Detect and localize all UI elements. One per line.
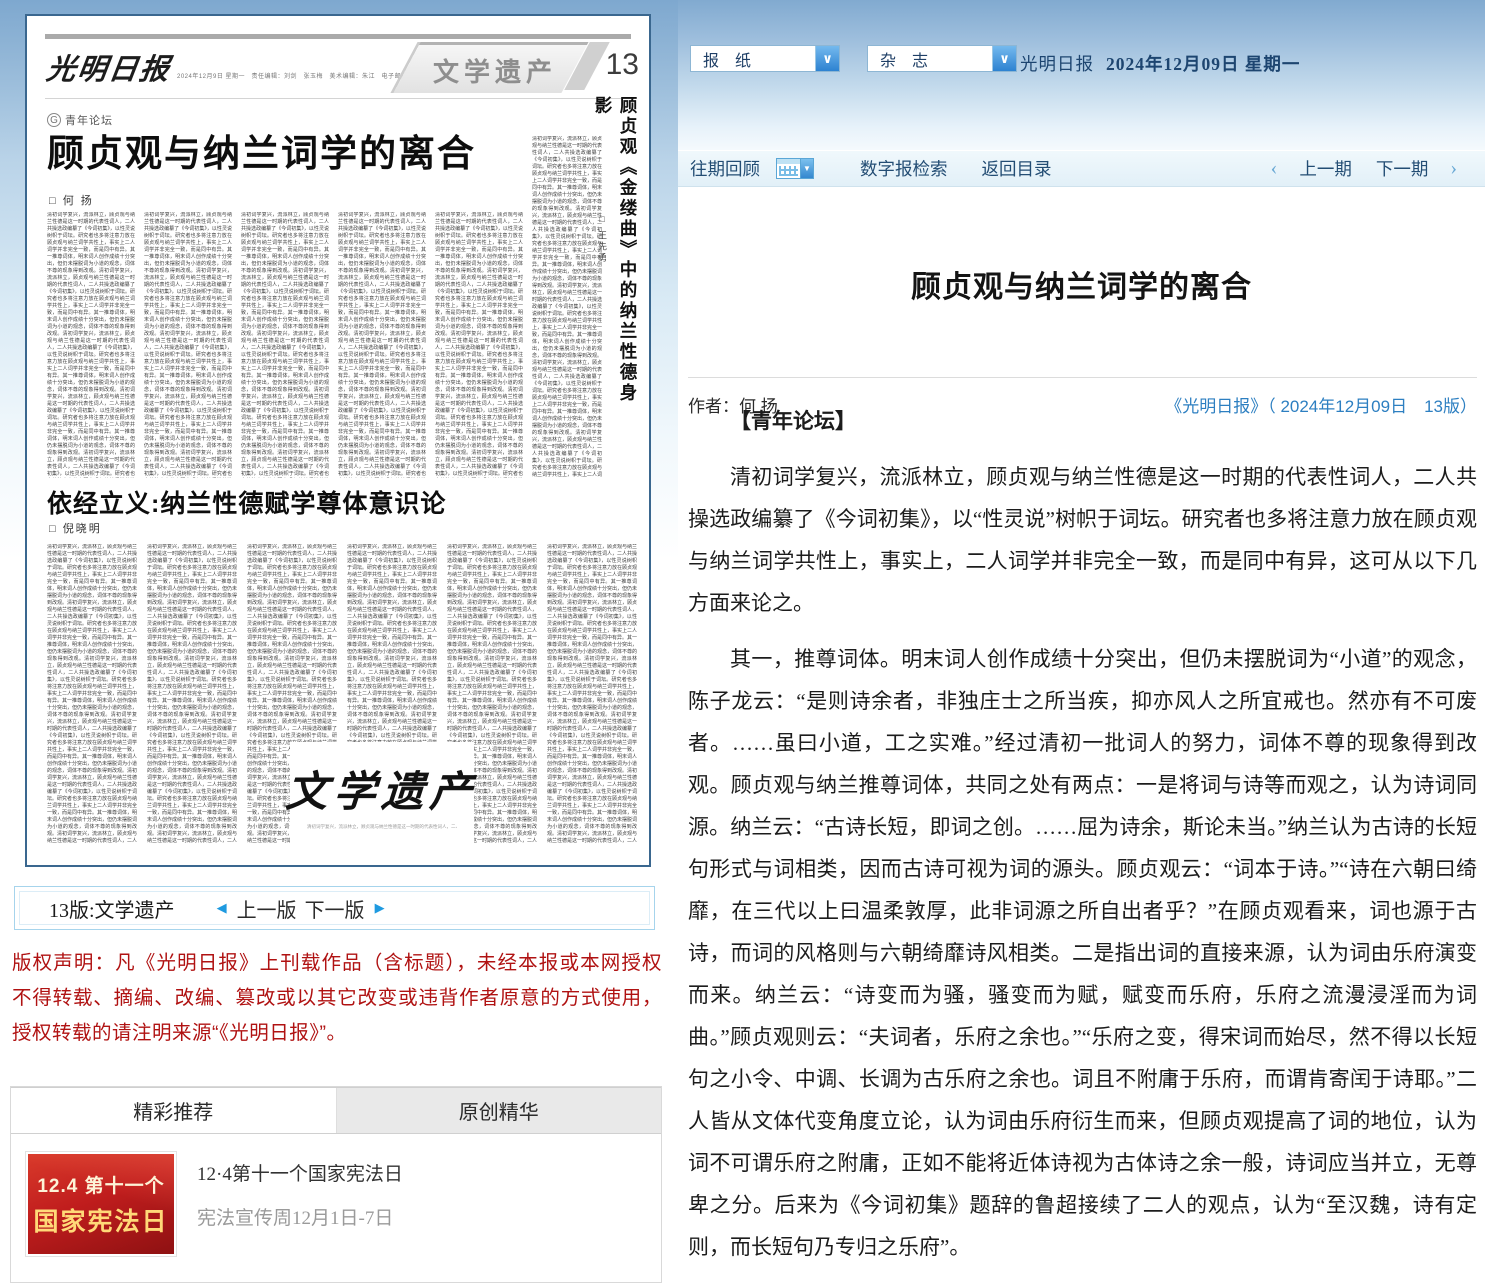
preview-text-column: 清初词学复兴，流派林立，顾贞观与纳兰性德是这一时期的代表性词人，二人共操选政编纂… [47, 212, 135, 478]
promo-image-line1: 12.4 第十一个 [37, 1171, 164, 1198]
promo-subtitle: 宪法宣传周12月1日-7日 [197, 1203, 403, 1230]
promo-text-block: 12·4第十一个国家宪法日 宪法宣传周12月1日-7日 [197, 1151, 403, 1257]
chevron-right-icon[interactable]: › [1450, 157, 1457, 180]
promo-thumbnail[interactable]: 12.4 第十一个 国家宪法日 [25, 1151, 177, 1257]
g-badge-icon: G [47, 113, 61, 127]
left-panel: 光明日报 2024年12月9日 星期一 责任编辑：刘剑 张玉梅 美术编辑：朱江 … [0, 0, 678, 1283]
calendar-dropdown-icon: ▼ [801, 158, 814, 179]
calligraphy-caption: 清初词学复兴，流派林立，顾贞观与纳兰性德是这一时期的代表性词人，二人共操选政编纂… [307, 824, 457, 830]
section-title: 文学遗产 [433, 52, 557, 89]
prev-issue-link[interactable]: 上一期 [1299, 156, 1352, 181]
site-header: 报 纸 ∨ 杂 志 ∨ 光明日报 2024年12月09日 星期一 [678, 0, 1485, 150]
magazine-select[interactable]: 杂 志 ∨ [867, 45, 1017, 72]
paper-logo: 光明日报 [44, 46, 174, 88]
masthead: 光明日报 2024年12月09日 星期一 [1020, 51, 1300, 76]
calendar-picker[interactable]: ▼ [776, 158, 814, 179]
select-arrow-icon: ∨ [992, 46, 1016, 71]
article-paragraph: 清初词学复兴，流派林立，顾贞观与纳兰性德是这一时期的代表性词人，二人共操选政编纂… [688, 456, 1477, 624]
calligraphy-text: 文学遗产 [284, 758, 480, 819]
masthead-name: 光明日报 [1020, 54, 1094, 74]
prev-page-link[interactable]: 上一版 [237, 894, 297, 923]
preview-text-column: 清初词学复兴，流派林立，顾贞观与纳兰性德是这一时期的代表性词人，二人共操选政编纂… [435, 212, 523, 478]
masthead-date: 2024年12月09日 星期一 [1106, 54, 1300, 74]
calendar-icon [776, 158, 801, 179]
column-tag: G 青年论坛 [47, 112, 113, 128]
back-to-toc-link[interactable]: 返回目录 [982, 156, 1052, 181]
next-issue-link[interactable]: 下一期 [1376, 156, 1429, 181]
tab-original[interactable]: 原创精华 [336, 1088, 662, 1133]
promo-title-link[interactable]: 12·4第十一个国家宪法日 [197, 1159, 403, 1186]
preview-text-column: 清初词学复兴，流派林立，顾贞观与纳兰性德是这一时期的代表性词人，二人共操选政编纂… [547, 544, 637, 844]
header-divider [45, 98, 631, 99]
preview-article1-title[interactable]: 顾贞观与纳兰词学的离合 [47, 134, 537, 175]
page-navigation-bar: 13版:文学遗产 ◀ 上一版 下一版 ▶ [14, 886, 655, 930]
preview-text-column: 清初词学复兴，流派林立，顾贞观与纳兰性德是这一时期的代表性词人，二人共操选政编纂… [144, 212, 232, 478]
magazine-select-value: 杂 志 [880, 47, 928, 71]
title-divider [688, 377, 1477, 378]
preview-article2-author: □ 倪晓明 [49, 520, 102, 536]
right-panel: 报 纸 ∨ 杂 志 ∨ 光明日报 2024年12月09日 星期一 往期回顾 ▼ 数… [678, 0, 1485, 1283]
promo-thumbnail-art: 12.4 第十一个 国家宪法日 [28, 1154, 174, 1254]
chevron-left-icon[interactable]: ‹ [1271, 157, 1278, 180]
article-body: 【青年论坛】 清初词学复兴，流派林立，顾贞观与纳兰性德是这一时期的代表性词人，二… [688, 400, 1477, 1283]
preview-text-column: 清初词学复兴，流派林立，顾贞观与纳兰性德是这一时期的代表性词人，二人共操选政编纂… [338, 212, 426, 478]
past-issues-link[interactable]: 往期回顾 [690, 156, 760, 181]
preview-text-column: 清初词学复兴，流派林立，顾贞观与纳兰性德是这一时期的代表性词人，二人共操选政编纂… [47, 544, 137, 844]
column-tag-label: 青年论坛 [65, 112, 113, 128]
select-arrow-icon: ∨ [815, 46, 839, 71]
article-column-tag: 【青年论坛】 [688, 400, 1477, 442]
calligraphy-block: 文学遗产 清初词学复兴，流派林立，顾贞观与纳兰性德是这一时期的代表性词人，二人共… [290, 742, 474, 846]
preview-vertical-article-author: □ 王先勇 [596, 214, 609, 264]
next-page-link[interactable]: 下一版 [305, 894, 365, 923]
newspaper-select-value: 报 纸 [703, 47, 751, 71]
newspaper-select[interactable]: 报 纸 ∨ [690, 45, 840, 72]
newspaper-page-preview: 光明日报 2024年12月9日 星期一 责任编辑：刘剑 张玉梅 美术编辑：朱江 … [25, 14, 651, 867]
next-page-arrow-icon[interactable]: ▶ [375, 900, 385, 916]
promo-image-line2: 国家宪法日 [33, 1202, 168, 1238]
tabs-body: 12.4 第十一个 国家宪法日 12·4第十一个国家宪法日 宪法宣传周12月1日… [11, 1134, 661, 1274]
recommend-box: 精彩推荐 原创精华 12.4 第十一个 国家宪法日 12·4第十一个国家宪法日 … [10, 1086, 662, 1283]
page-number: 13 [606, 48, 639, 82]
tabs-header: 精彩推荐 原创精华 [11, 1087, 661, 1134]
preview-article2-title[interactable]: 依经立义:纳兰性德赋学尊体意识论 [47, 484, 517, 520]
preview-article1-author: □ 何 扬 [49, 192, 94, 208]
tab-recommend[interactable]: 精彩推荐 [11, 1088, 336, 1133]
prev-page-arrow-icon[interactable]: ◀ [217, 900, 227, 916]
toolbar: 往期回顾 ▼ 数字报检索 返回目录 ‹ 上一期 下一期 › [678, 150, 1485, 187]
article-paragraph: 其一，推尊词体。明末词人创作成绩十分突出，但仍未摆脱词为“小道”的观念，陈子龙云… [688, 638, 1477, 1268]
preview-text-column: 清初词学复兴，流派林立，顾贞观与纳兰性德是这一时期的代表性词人，二人共操选政编纂… [241, 212, 329, 478]
article-title: 顾贞观与纳兰词学的离合 [678, 262, 1485, 306]
masthead-rule [45, 34, 631, 39]
current-page-label: 13版:文学遗产 [49, 894, 175, 923]
copyright-statement: 版权声明：凡《光明日报》上刊载作品（含标题），未经本报或本网授权不得转载、摘编、… [12, 946, 662, 1051]
digital-search-link[interactable]: 数字报检索 [860, 156, 948, 181]
preview-text-column: 清初词学复兴，流派林立，顾贞观与纳兰性德是这一时期的代表性词人，二人共操选政编纂… [147, 544, 237, 844]
